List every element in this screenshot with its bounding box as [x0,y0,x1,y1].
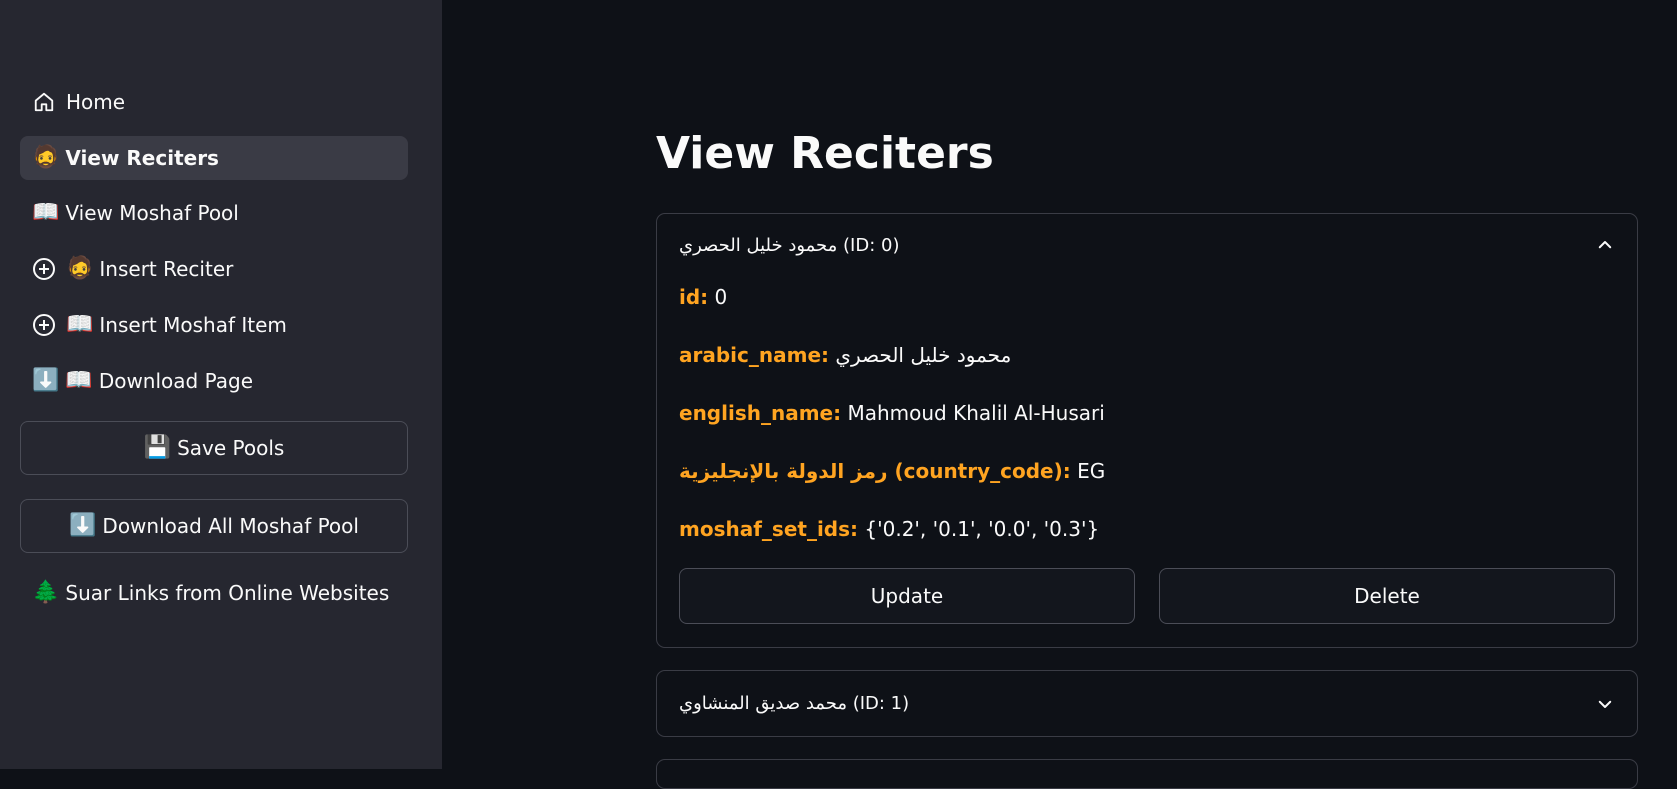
field-value: محمود خليل الحصري [835,343,1012,367]
book-icon: 📖 [65,368,93,393]
reciter-expander [656,759,1638,789]
home-icon [32,90,56,114]
expander-header[interactable]: محمود خليل الحصري (ID: 0) [679,214,1615,276]
field-id: id: 0 [679,285,727,309]
download-all-moshaf-pool-button[interactable]: ⬇️ Download All Moshaf Pool [20,499,408,553]
field-value: 0 [714,285,728,309]
floppy-disk-icon: 💾 [143,435,172,460]
nav-view-reciters-label: View Reciters [65,146,219,170]
down-arrow-icon: ⬇️ [32,368,60,393]
nav-download-page[interactable]: ⬇️ 📖 Download Page [20,359,408,403]
expander-header[interactable]: محمد صديق المنشاوي (ID: 1) [679,671,1615,736]
field-value: {'0.2', '0.1', '0.0', '0.3'} [864,517,1100,541]
field-key: id: [679,285,709,309]
field-key: arabic_name: [679,343,830,367]
field-english-name: english_name: Mahmoud Khalil Al-Husari [679,401,1105,425]
field-key: english_name: [679,401,842,425]
nav-view-moshaf-pool-label: View Moshaf Pool [65,201,239,225]
page-title: View Reciters [656,128,994,179]
plus-circle-icon [32,313,56,337]
chevron-up-icon[interactable] [1595,235,1615,255]
nav-home[interactable]: Home [20,80,408,124]
sidebar: Home 🧔 View Reciters 📖 View Moshaf Pool … [0,0,442,769]
nav-insert-moshaf-item[interactable]: 📖 Insert Moshaf Item [20,303,408,347]
delete-button[interactable]: Delete [1159,568,1615,624]
expander-title: محمد صديق المنشاوي (ID: 1) [679,693,910,714]
save-pools-label: Save Pools [177,436,285,460]
update-button[interactable]: Update [679,568,1135,624]
chevron-down-icon[interactable] [1595,694,1615,714]
field-country-code: رمز الدولة بالإنجليزية (country_code): E… [679,459,1105,483]
reciter-expander: محمد صديق المنشاوي (ID: 1) [656,670,1638,737]
nav-insert-reciter[interactable]: 🧔 Insert Reciter [20,247,408,291]
bearded-person-icon: 🧔 [32,145,60,170]
nav-view-moshaf-pool[interactable]: 📖 View Moshaf Pool [20,191,408,235]
book-icon: 📖 [32,200,60,225]
field-arabic-name: arabic_name: محمود خليل الحصري [679,343,1011,367]
nav-view-reciters[interactable]: 🧔 View Reciters [20,136,408,180]
expander-title: محمود خليل الحصري (ID: 0) [679,234,900,256]
field-moshaf-set-ids: moshaf_set_ids: {'0.2', '0.1', '0.0', '0… [679,517,1099,541]
down-arrow-icon: ⬇️ [69,513,97,538]
nav-download-page-label: Download Page [98,369,254,393]
download-all-moshaf-pool-label: Download All Moshaf Pool [102,514,359,538]
reciter-expander: محمود خليل الحصري (ID: 0) id: 0 arabic_n… [656,213,1638,648]
nav-insert-reciter-label: Insert Reciter [99,257,234,281]
save-pools-button[interactable]: 💾 Save Pools [20,421,408,475]
nav-insert-moshaf-item-label: Insert Moshaf Item [99,313,287,337]
bearded-person-icon: 🧔 [66,256,94,281]
nav-suar-links[interactable]: 🌲 Suar Links from Online Websites [20,571,408,615]
field-key: moshaf_set_ids: [679,517,859,541]
nav-home-label: Home [66,90,126,114]
tree-icon: 🌲 [32,580,60,605]
plus-circle-icon [32,257,56,281]
book-icon: 📖 [66,312,94,337]
field-value: Mahmoud Khalil Al-Husari [847,401,1105,425]
field-key: رمز الدولة بالإنجليزية (country_code): [679,459,1071,483]
field-value: EG [1077,459,1106,483]
nav-suar-links-label: Suar Links from Online Websites [65,581,390,605]
